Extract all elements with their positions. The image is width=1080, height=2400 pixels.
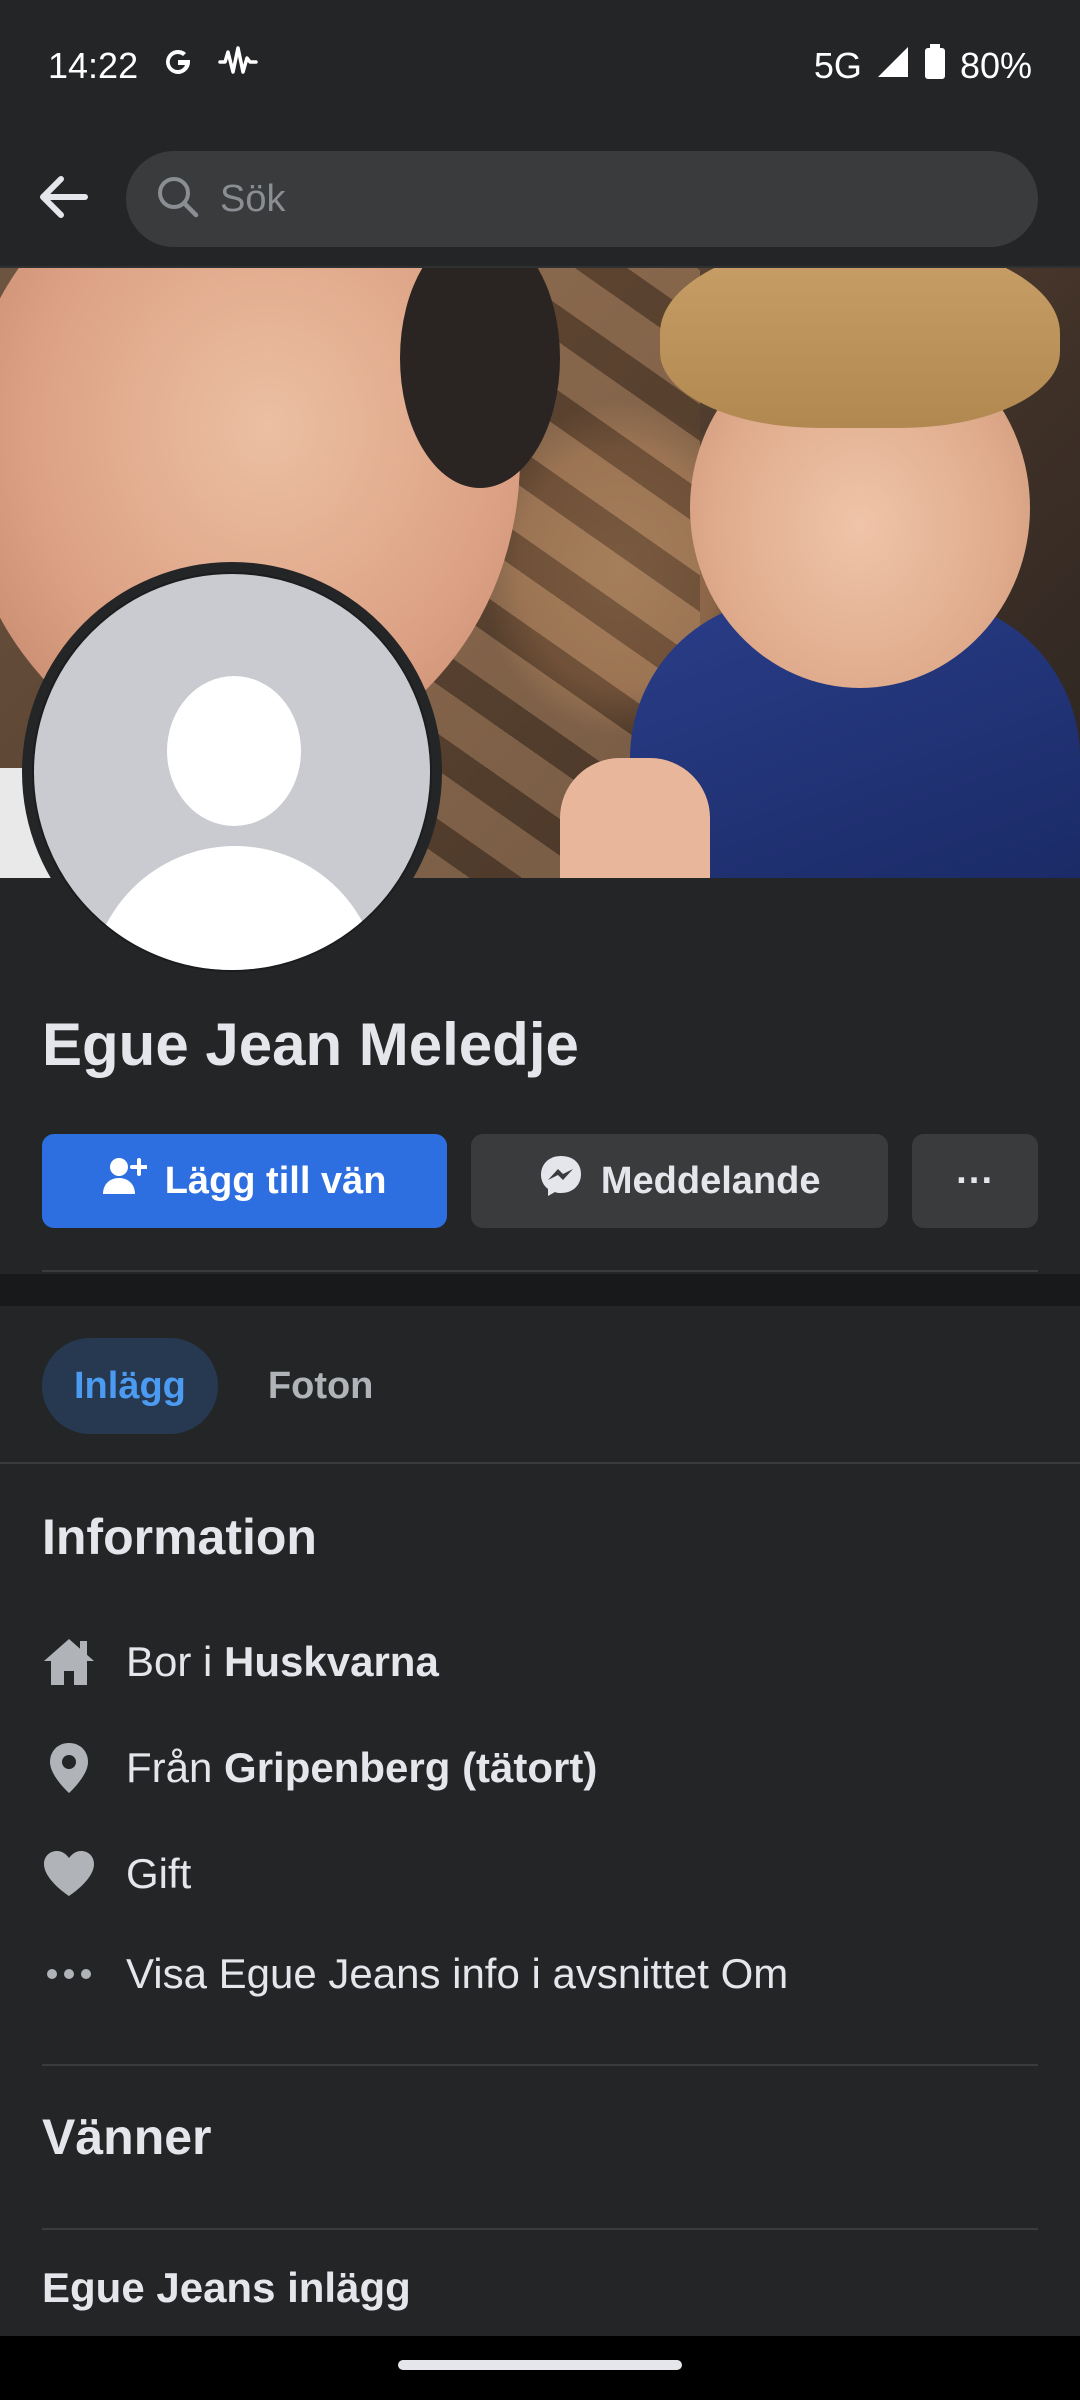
divider (42, 2064, 1038, 2066)
info-lives-in: Bor i Huskvarna (42, 1626, 439, 1698)
home-indicator[interactable] (398, 2360, 682, 2370)
info-from: Från Gripenberg (tätort) (42, 1732, 597, 1804)
status-bar: 14:22 5G 80% (0, 0, 1080, 132)
status-time: 14:22 (48, 45, 139, 86)
tabs-divider (0, 1462, 1080, 1464)
add-friend-button[interactable]: Lägg till vän (42, 1134, 448, 1228)
profile-avatar[interactable] (22, 562, 442, 982)
info-see-more[interactable]: Visa Egue Jeans info i avsnittet Om (42, 1938, 788, 2010)
more-dots-icon: ··· (956, 1159, 995, 1202)
lives-place[interactable]: Huskvarna (224, 1638, 439, 1686)
location-pin-icon (42, 1741, 96, 1795)
default-avatar-icon (32, 572, 432, 972)
tab-photos[interactable]: Foton (236, 1338, 406, 1434)
friends-title[interactable]: Vänner (42, 2108, 212, 2166)
lives-prefix: Bor i (126, 1638, 213, 1685)
sound-wave-icon (218, 44, 258, 89)
heart-icon (42, 1847, 96, 1901)
top-bar (0, 132, 1080, 268)
profile-actions: Lägg till vän Meddelande ··· (42, 1134, 1038, 1228)
add-friend-icon (102, 1156, 148, 1206)
from-place[interactable]: Gripenberg (tätort) (224, 1744, 597, 1792)
divider (42, 2228, 1038, 2230)
information-title: Information (42, 1509, 317, 1565)
home-icon (42, 1635, 96, 1689)
system-nav-bar (0, 2336, 1080, 2400)
profile-page: 14:22 5G 80% Sök Egue Jean Meledje Lägg … (0, 0, 1080, 2400)
relationship-status: Gift (126, 1850, 192, 1897)
status-left: 14:22 (48, 44, 258, 89)
posts-title: Egue Jeans inlägg (42, 2264, 411, 2311)
section-separator (0, 1274, 1080, 1306)
add-friend-label: Lägg till vän (164, 1159, 387, 1202)
search-input[interactable] (220, 177, 1008, 221)
search-icon (156, 175, 200, 224)
info-relationship: Gift (42, 1838, 191, 1910)
message-label: Meddelande (600, 1159, 821, 1202)
more-options-button[interactable]: ··· (912, 1134, 1038, 1228)
network-type: 5G (813, 45, 862, 86)
status-right: 5G 80% (813, 43, 1032, 89)
battery-level: 80% (959, 45, 1032, 86)
more-dots-icon (42, 1947, 96, 2001)
google-icon (160, 44, 196, 89)
profile-name: Egue Jean Meledje (42, 1011, 579, 1078)
divider (42, 1270, 1038, 1272)
from-prefix: Från (126, 1744, 213, 1791)
tab-posts[interactable]: Inlägg (42, 1338, 218, 1434)
arrow-left-icon (35, 169, 91, 230)
profile-tabs: Inlägg Foton (42, 1338, 405, 1434)
signal-icon (876, 45, 910, 88)
search-box[interactable] (126, 151, 1038, 247)
back-button[interactable] (30, 166, 96, 232)
messenger-icon (539, 1154, 583, 1208)
battery-icon (924, 43, 946, 89)
see-about-link: Visa Egue Jeans info i avsnittet Om (126, 1950, 789, 1997)
message-button[interactable]: Meddelande (471, 1134, 889, 1228)
